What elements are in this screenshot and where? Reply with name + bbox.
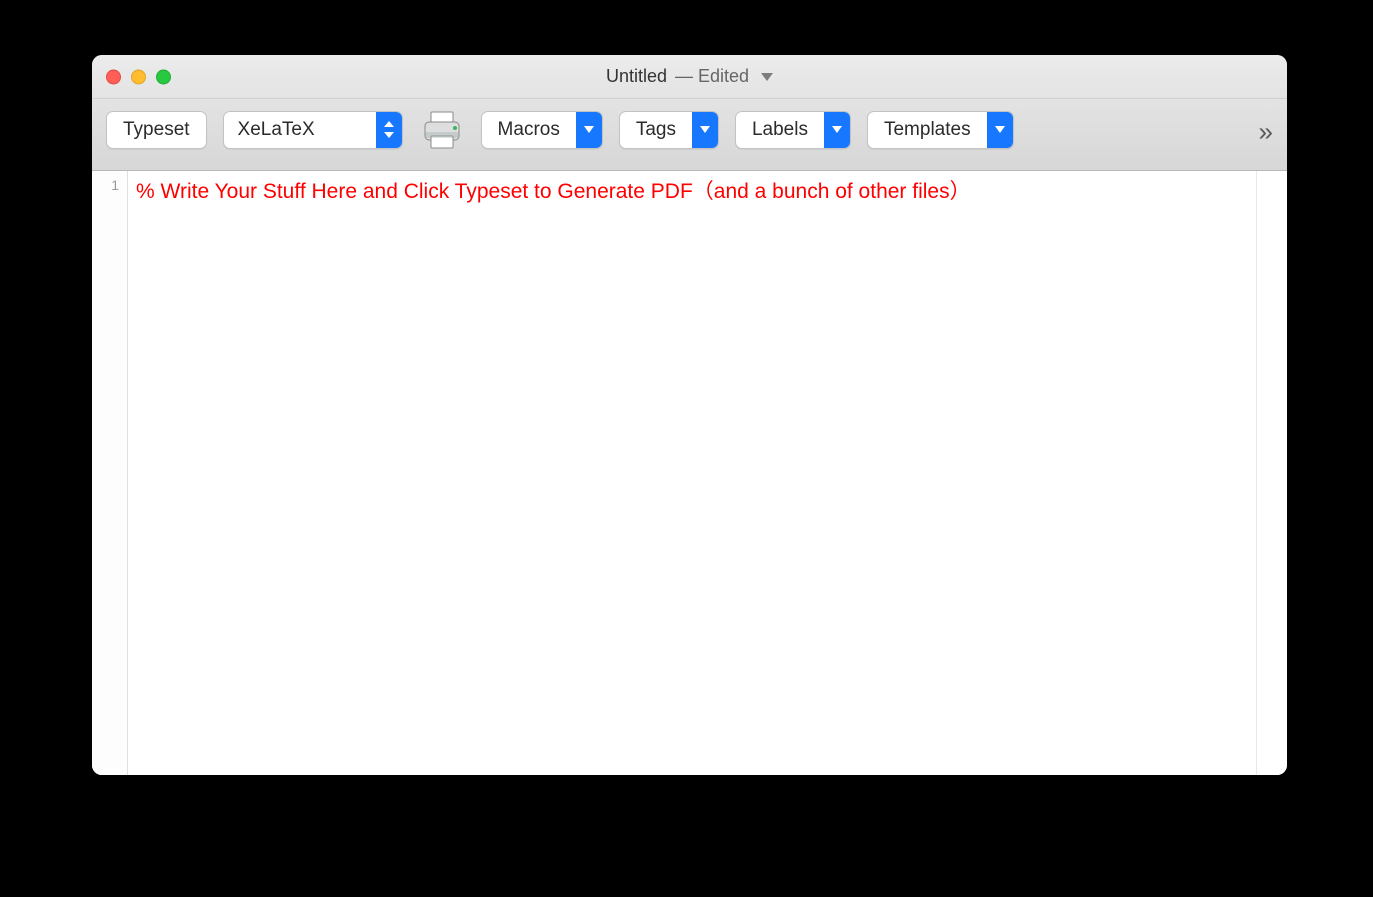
minimize-button[interactable] (131, 69, 146, 84)
app-window: Untitled — Edited Typeset XeLaTeX (92, 55, 1287, 775)
zoom-button[interactable] (156, 69, 171, 84)
tags-dropdown[interactable]: Tags (619, 111, 719, 149)
window-title[interactable]: Untitled — Edited (606, 66, 773, 87)
comment-line: % Write Your Stuff Here and Click Typese… (136, 180, 971, 203)
tags-label: Tags (620, 119, 692, 141)
chevron-down-icon[interactable] (761, 73, 773, 81)
up-down-stepper-icon[interactable] (376, 112, 402, 148)
chevron-down-icon (824, 112, 850, 148)
print-button[interactable] (419, 108, 465, 152)
chevron-down-icon (576, 112, 602, 148)
macros-dropdown[interactable]: Macros (481, 111, 603, 149)
close-button[interactable] (106, 69, 121, 84)
document-edited-status: — Edited (675, 66, 749, 87)
right-margin-guide (1256, 171, 1257, 775)
typeset-button[interactable]: Typeset (106, 111, 207, 149)
source-text[interactable]: % Write Your Stuff Here and Click Typese… (128, 171, 1287, 775)
toolbar: Typeset XeLaTeX Macros Tags (92, 99, 1287, 171)
editor-area[interactable]: 1 % Write Your Stuff Here and Click Type… (92, 171, 1287, 775)
macros-label: Macros (482, 119, 576, 141)
line-gutter: 1 (92, 171, 128, 775)
toolbar-overflow-button[interactable]: » (1259, 116, 1271, 147)
traffic-lights (106, 69, 171, 84)
engine-selected-label: XeLaTeX (224, 119, 376, 141)
chevron-down-icon (692, 112, 718, 148)
typeset-label: Typeset (123, 119, 190, 141)
titlebar[interactable]: Untitled — Edited (92, 55, 1287, 99)
labels-dropdown[interactable]: Labels (735, 111, 851, 149)
line-number: 1 (111, 177, 119, 193)
chevron-down-icon (987, 112, 1013, 148)
printer-icon (419, 108, 465, 152)
document-name: Untitled (606, 66, 667, 87)
templates-label: Templates (868, 119, 987, 141)
labels-label: Labels (736, 119, 824, 141)
engine-select[interactable]: XeLaTeX (223, 111, 403, 149)
overflow-glyph: » (1259, 116, 1271, 146)
templates-dropdown[interactable]: Templates (867, 111, 1014, 149)
